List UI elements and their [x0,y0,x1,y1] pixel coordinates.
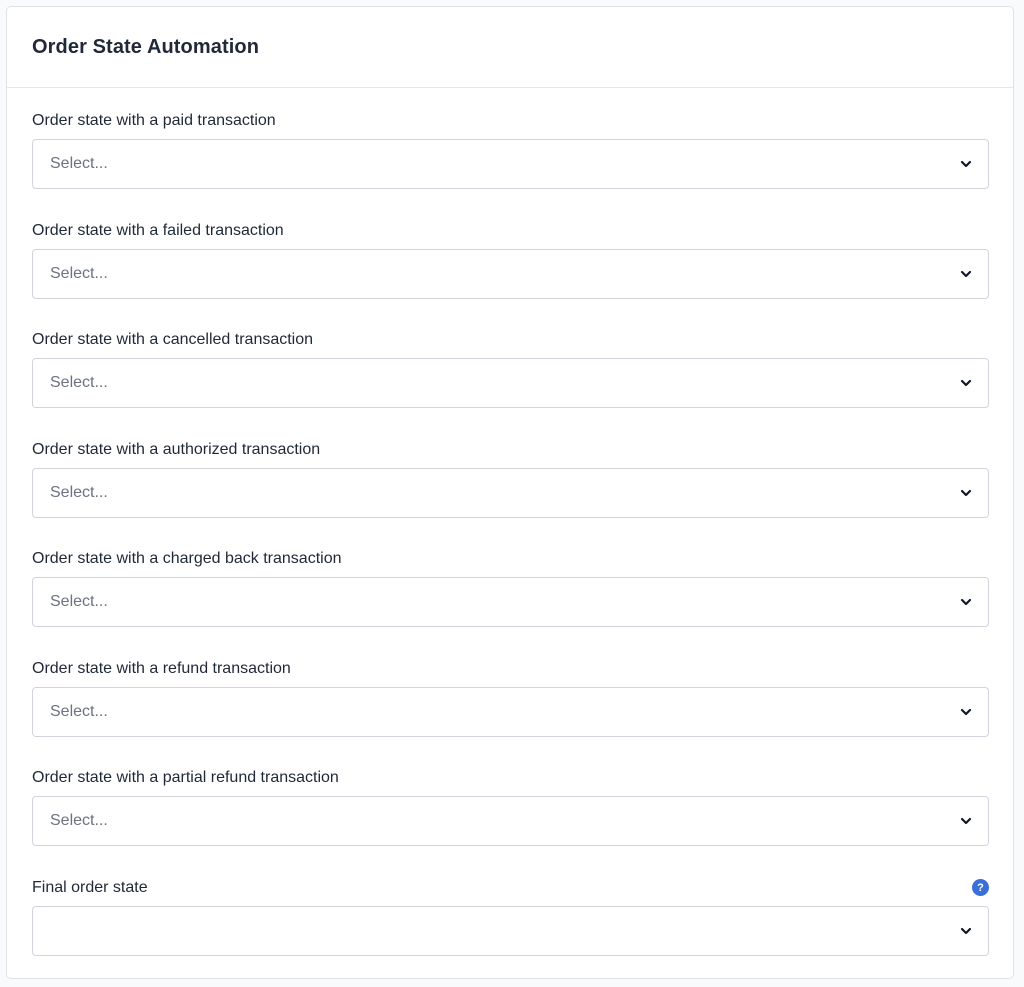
question-circle-icon[interactable]: ? [972,879,989,896]
field-label-row: Order state with a refund transaction [32,659,989,679]
card-body: Order state with a paid transaction Sele… [7,88,1013,987]
select-placeholder: Select... [50,155,108,172]
field-charged-back-transaction: Order state with a charged back transact… [32,549,989,659]
cancelled-state-select[interactable]: Select... [32,358,989,408]
card-header: Order State Automation [7,7,1013,88]
field-label-row: Order state with a partial refund transa… [32,768,989,788]
chevron-down-icon [960,708,972,715]
field-label-row: Order state with a failed transaction [32,221,989,241]
charged-back-state-select[interactable]: Select... [32,577,989,627]
field-label-row: Order state with a paid transaction [32,111,989,131]
chevron-down-icon [960,379,972,387]
field-refund-transaction: Order state with a refund transaction Se… [32,659,989,769]
select-placeholder: Select... [50,483,108,501]
field-label: Order state with a partial refund transa… [32,769,339,786]
card-title: Order State Automation [32,35,260,58]
field-label: Order state with a authorized transactio… [32,440,321,458]
field-label-row: Order state with a charged back transact… [32,549,989,569]
chevron-down-icon [960,270,972,277]
chevron-down-icon [960,927,972,934]
field-label: Order state with a failed transaction [32,221,284,239]
field-label-row: Order state with a authorized transactio… [32,440,989,460]
chevron-down-icon [960,598,972,606]
field-label-row: Final order state ? [32,878,989,898]
chevron-down-icon [960,817,972,825]
field-label: Order state with a refund transaction [32,659,291,677]
field-label: Order state with a charged back transact… [32,550,342,567]
field-label-row: Order state with a cancelled transaction [32,330,989,350]
order-state-automation-card: Order State Automation Order state with … [6,6,1014,979]
select-placeholder: Select... [50,702,108,720]
select-placeholder: Select... [50,812,108,829]
refund-state-select[interactable]: Select... [32,686,989,737]
partial-refund-state-select[interactable]: Select... [32,796,989,846]
field-paid-transaction: Order state with a paid transaction Sele… [32,111,989,221]
field-label: Order state with a paid transaction [32,112,276,129]
select-placeholder: Select... [50,593,108,610]
field-cancelled-transaction: Order state with a cancelled transaction… [32,330,989,440]
final-order-state-select[interactable] [32,905,989,956]
field-failed-transaction: Order state with a failed transaction Se… [32,221,989,331]
field-label: Order state with a cancelled transaction [32,331,314,348]
field-partial-refund-transaction: Order state with a partial refund transa… [32,768,989,878]
field-label: Final order state [32,878,148,896]
field-final-order-state: Final order state ? [32,878,989,987]
authorized-state-select[interactable]: Select... [32,467,989,518]
paid-state-select[interactable]: Select... [32,139,989,189]
failed-state-select[interactable]: Select... [32,248,989,299]
chevron-down-icon [960,489,972,496]
select-placeholder: Select... [50,264,108,282]
field-authorized-transaction: Order state with a authorized transactio… [32,440,989,550]
chevron-down-icon [960,160,972,168]
select-placeholder: Select... [50,374,108,391]
